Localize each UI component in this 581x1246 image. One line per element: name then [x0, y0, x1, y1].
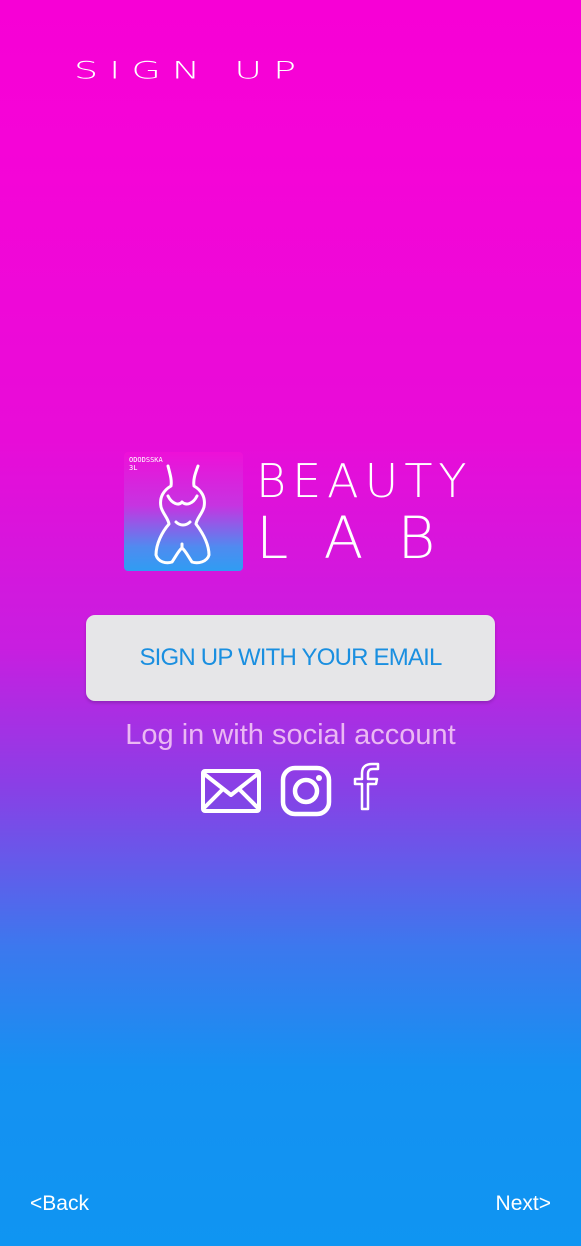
signup-screen: SIGN UP ODODSSKA 3L BEAUTY LAB SIGN UP WI…	[0, 0, 581, 1246]
brand-line-2: LAB	[256, 504, 470, 572]
back-link[interactable]: <Back	[30, 1192, 89, 1216]
beauty-lab-logo: ODODSSKA 3L BEAUTY LAB	[124, 452, 469, 572]
facebook-icon[interactable]	[350, 762, 382, 812]
mail-icon[interactable]	[200, 768, 262, 814]
brand-line-1: BEAUTY	[256, 454, 473, 508]
logo-icon: ODODSSKA 3L	[124, 452, 243, 571]
social-login-label: Log in with social account	[125, 719, 456, 751]
next-link[interactable]: Next>	[496, 1192, 551, 1216]
logo-mini-caption: ODODSSKA 3L	[129, 456, 163, 472]
sign-up-with-email-button[interactable]: SIGN UP WITH YOUR EMAIL	[86, 615, 495, 701]
page-title: SIGN UP	[74, 56, 308, 85]
instagram-icon[interactable]	[280, 765, 332, 817]
